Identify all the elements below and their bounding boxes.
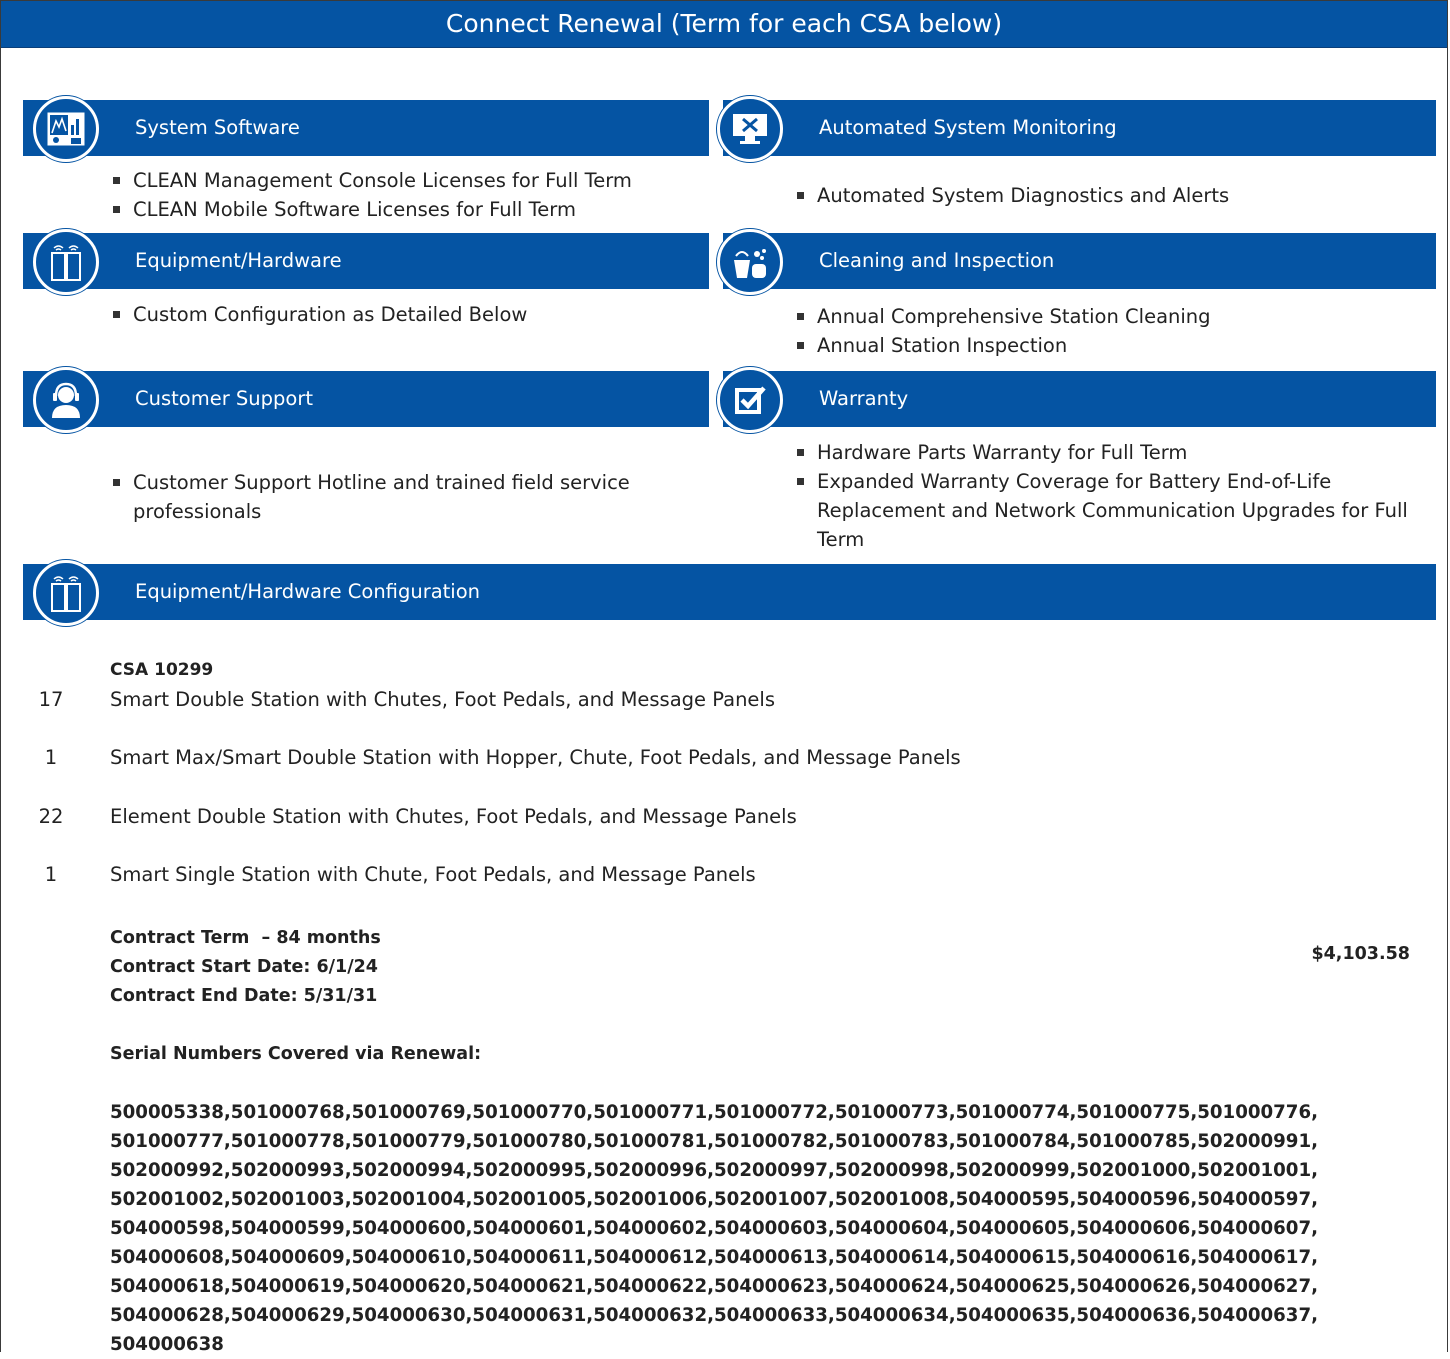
item-quantity: 17 — [38, 688, 64, 711]
serial-numbers-heading: Serial Numbers Covered via Renewal: — [110, 1044, 482, 1064]
section-title: Cleaning and Inspection — [819, 249, 1055, 272]
item-quantity: 1 — [44, 746, 58, 769]
section-title: Equipment/Hardware Configuration — [135, 580, 481, 603]
list-item: CLEAN Management Console Licenses for Fu… — [113, 166, 632, 195]
section-title: Warranty — [819, 387, 909, 410]
contract-end-date: Contract End Date: 5/31/31 — [110, 986, 378, 1006]
bullet-list-equipment-hardware: Custom Configuration as Detailed Below — [113, 300, 527, 329]
bullet-list-system-software: CLEAN Management Console Licenses for Fu… — [113, 166, 632, 224]
section-bar-warranty: Warranty — [723, 371, 1436, 427]
monitor-tools-icon — [717, 96, 783, 162]
item-description: Element Double Station with Chutes, Foot… — [110, 805, 797, 828]
section-title: Automated System Monitoring — [819, 116, 1117, 139]
item-quantity: 1 — [44, 863, 58, 886]
list-item: Hardware Parts Warranty for Full Term — [797, 438, 1427, 467]
serial-numbers-list: 500005338,501000768,501000769,501000770,… — [110, 1102, 1319, 1355]
cleaning-bucket-icon — [717, 229, 783, 295]
item-description: Smart Single Station with Chute, Foot Pe… — [110, 863, 756, 886]
section-title: Customer Support — [135, 387, 314, 410]
item-description: Smart Double Station with Chutes, Foot P… — [110, 688, 776, 711]
software-dashboard-icon — [33, 96, 99, 162]
section-bar-equipment-hardware: Equipment/Hardware — [23, 233, 709, 289]
contract-terms: Contract Term – 84 months Contract Start… — [110, 924, 381, 1011]
page-title: Connect Renewal (Term for each CSA below… — [1, 1, 1447, 48]
station-cabinet-icon — [33, 560, 99, 626]
list-item: Custom Configuration as Detailed Below — [113, 300, 527, 329]
list-item: Expanded Warranty Coverage for Battery E… — [797, 467, 1427, 554]
item-quantity: 22 — [38, 805, 64, 828]
section-bar-customer-support: Customer Support — [23, 371, 709, 427]
section-bar-automated-system-monitoring: Automated System Monitoring — [723, 100, 1436, 156]
contract-start-date: Contract Start Date: 6/1/24 — [110, 957, 378, 977]
list-item: Annual Comprehensive Station Cleaning — [797, 302, 1211, 331]
section-bar-cleaning-and-inspection: Cleaning and Inspection — [723, 233, 1436, 289]
section-title: System Software — [135, 116, 300, 139]
list-item: Customer Support Hotline and trained fie… — [113, 468, 673, 526]
list-item: Annual Station Inspection — [797, 331, 1211, 360]
csa-title: CSA 10299 — [110, 660, 214, 680]
bullet-list-cleaning-and-inspection: Annual Comprehensive Station Cleaning An… — [797, 302, 1211, 360]
section-title: Equipment/Hardware — [135, 249, 342, 272]
station-cabinet-icon — [33, 229, 99, 295]
bullet-list-warranty: Hardware Parts Warranty for Full Term Ex… — [797, 438, 1427, 554]
section-bar-equipment-hardware-configuration: Equipment/Hardware Configuration — [23, 564, 1436, 620]
bullet-list-automated-system-monitoring: Automated System Diagnostics and Alerts — [797, 181, 1229, 210]
contract-price: $4,103.58 — [1311, 944, 1410, 964]
contract-term: Contract Term – 84 months — [110, 928, 381, 948]
item-description: Smart Max/Smart Double Station with Hopp… — [110, 746, 961, 769]
section-bar-system-software: System Software — [23, 100, 709, 156]
list-item: CLEAN Mobile Software Licenses for Full … — [113, 195, 632, 224]
checkbox-check-icon — [717, 367, 783, 433]
headset-agent-icon — [33, 367, 99, 433]
bullet-list-customer-support: Customer Support Hotline and trained fie… — [113, 468, 673, 526]
list-item: Automated System Diagnostics and Alerts — [797, 181, 1229, 210]
